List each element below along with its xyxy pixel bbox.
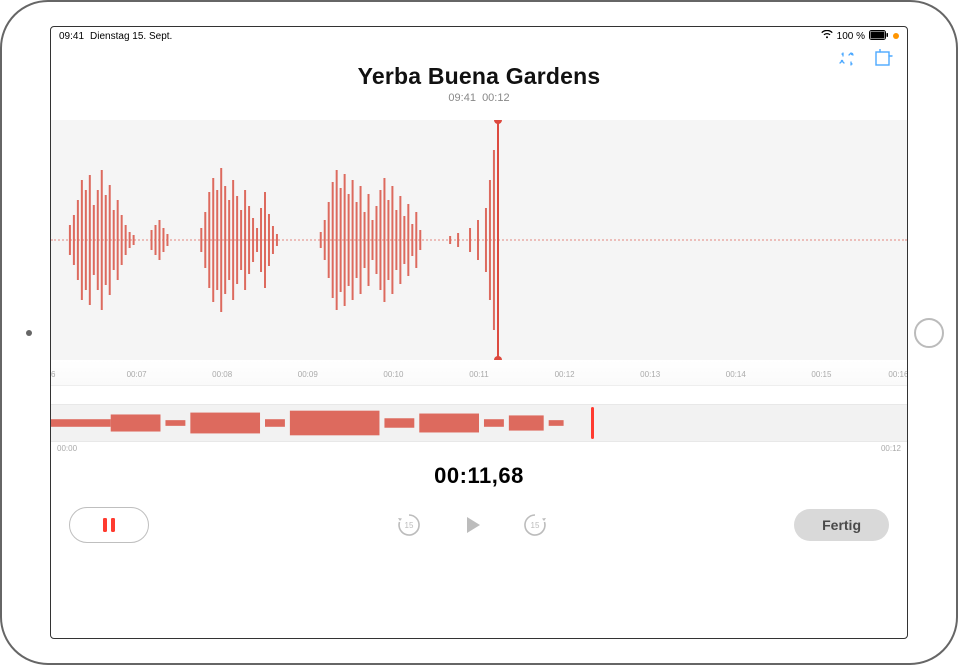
battery-icon xyxy=(869,30,889,43)
front-camera xyxy=(26,330,32,336)
recording-duration: 00:12 xyxy=(482,92,510,104)
status-bar-left: 09:41 Dienstag 15. Sept. xyxy=(59,31,172,42)
ruler-label: 06 xyxy=(50,370,55,379)
ruler-label: 00:12 xyxy=(555,370,575,379)
ruler-label: 00:10 xyxy=(383,370,403,379)
skip-forward-button[interactable]: 15 xyxy=(521,511,549,539)
ruler-label: 00:11 xyxy=(469,370,488,379)
skip-back-button[interactable]: 15 xyxy=(395,511,423,539)
overview-end-time: 00:12 xyxy=(881,444,901,453)
play-icon xyxy=(459,512,485,538)
recording-header: Yerba Buena Gardens 09:41 00:12 xyxy=(51,45,907,104)
ruler-label: 00:08 xyxy=(212,370,232,379)
svg-text:15: 15 xyxy=(404,521,413,530)
wifi-icon xyxy=(821,30,833,42)
done-button[interactable]: Fertig xyxy=(794,509,889,541)
ipad-frame: 09:41 Dienstag 15. Sept. 100 % xyxy=(0,0,958,665)
trim-icon[interactable] xyxy=(873,49,893,74)
overview-timecodes: 00:00 00:12 xyxy=(51,442,907,453)
play-button[interactable] xyxy=(459,512,485,538)
waveform-overview-bars-icon xyxy=(51,405,907,441)
overview-cursor[interactable] xyxy=(591,407,594,439)
svg-text:15: 15 xyxy=(530,521,539,530)
pause-icon xyxy=(100,516,118,534)
recording-indicator-dot-icon xyxy=(893,33,899,39)
screen: 09:41 Dienstag 15. Sept. 100 % xyxy=(50,26,908,639)
enhance-icon[interactable] xyxy=(837,49,857,74)
overview-start-time: 00:00 xyxy=(57,444,77,453)
ruler-label: 00:14 xyxy=(726,370,746,379)
recording-title[interactable]: Yerba Buena Gardens xyxy=(51,63,907,90)
skip-back-15-icon: 15 xyxy=(395,511,423,539)
status-time: 09:41 xyxy=(59,31,84,42)
ruler-label: 00:16 xyxy=(888,370,908,379)
status-bar-right: 100 % xyxy=(821,30,899,43)
status-bar: 09:41 Dienstag 15. Sept. 100 % xyxy=(51,27,907,45)
waveform-main[interactable] xyxy=(51,120,907,360)
ruler-label: 00:15 xyxy=(811,370,831,379)
waveform-bars-icon xyxy=(51,120,907,360)
status-date: Dienstag 15. Sept. xyxy=(90,31,172,42)
skip-forward-15-icon: 15 xyxy=(521,511,549,539)
home-button[interactable] xyxy=(914,318,944,348)
current-time: 00:11,68 xyxy=(51,463,907,489)
edit-toolbar xyxy=(837,49,893,74)
playhead[interactable] xyxy=(497,120,499,360)
transport-controls: 15 15 Fertig xyxy=(51,507,907,557)
battery-percent: 100 % xyxy=(837,31,865,42)
ruler-label: 00:07 xyxy=(127,370,147,379)
recording-subtitle: 09:41 00:12 xyxy=(51,92,907,104)
ruler-label: 00:13 xyxy=(640,370,660,379)
pause-button[interactable] xyxy=(69,507,149,543)
ruler-label: 00:09 xyxy=(298,370,318,379)
waveform-overview[interactable] xyxy=(51,404,907,442)
center-transport: 15 15 xyxy=(167,511,776,539)
recording-time: 09:41 xyxy=(448,92,476,104)
time-ruler[interactable]: 06 00:07 00:08 00:09 00:10 00:11 00:12 0… xyxy=(51,360,907,386)
